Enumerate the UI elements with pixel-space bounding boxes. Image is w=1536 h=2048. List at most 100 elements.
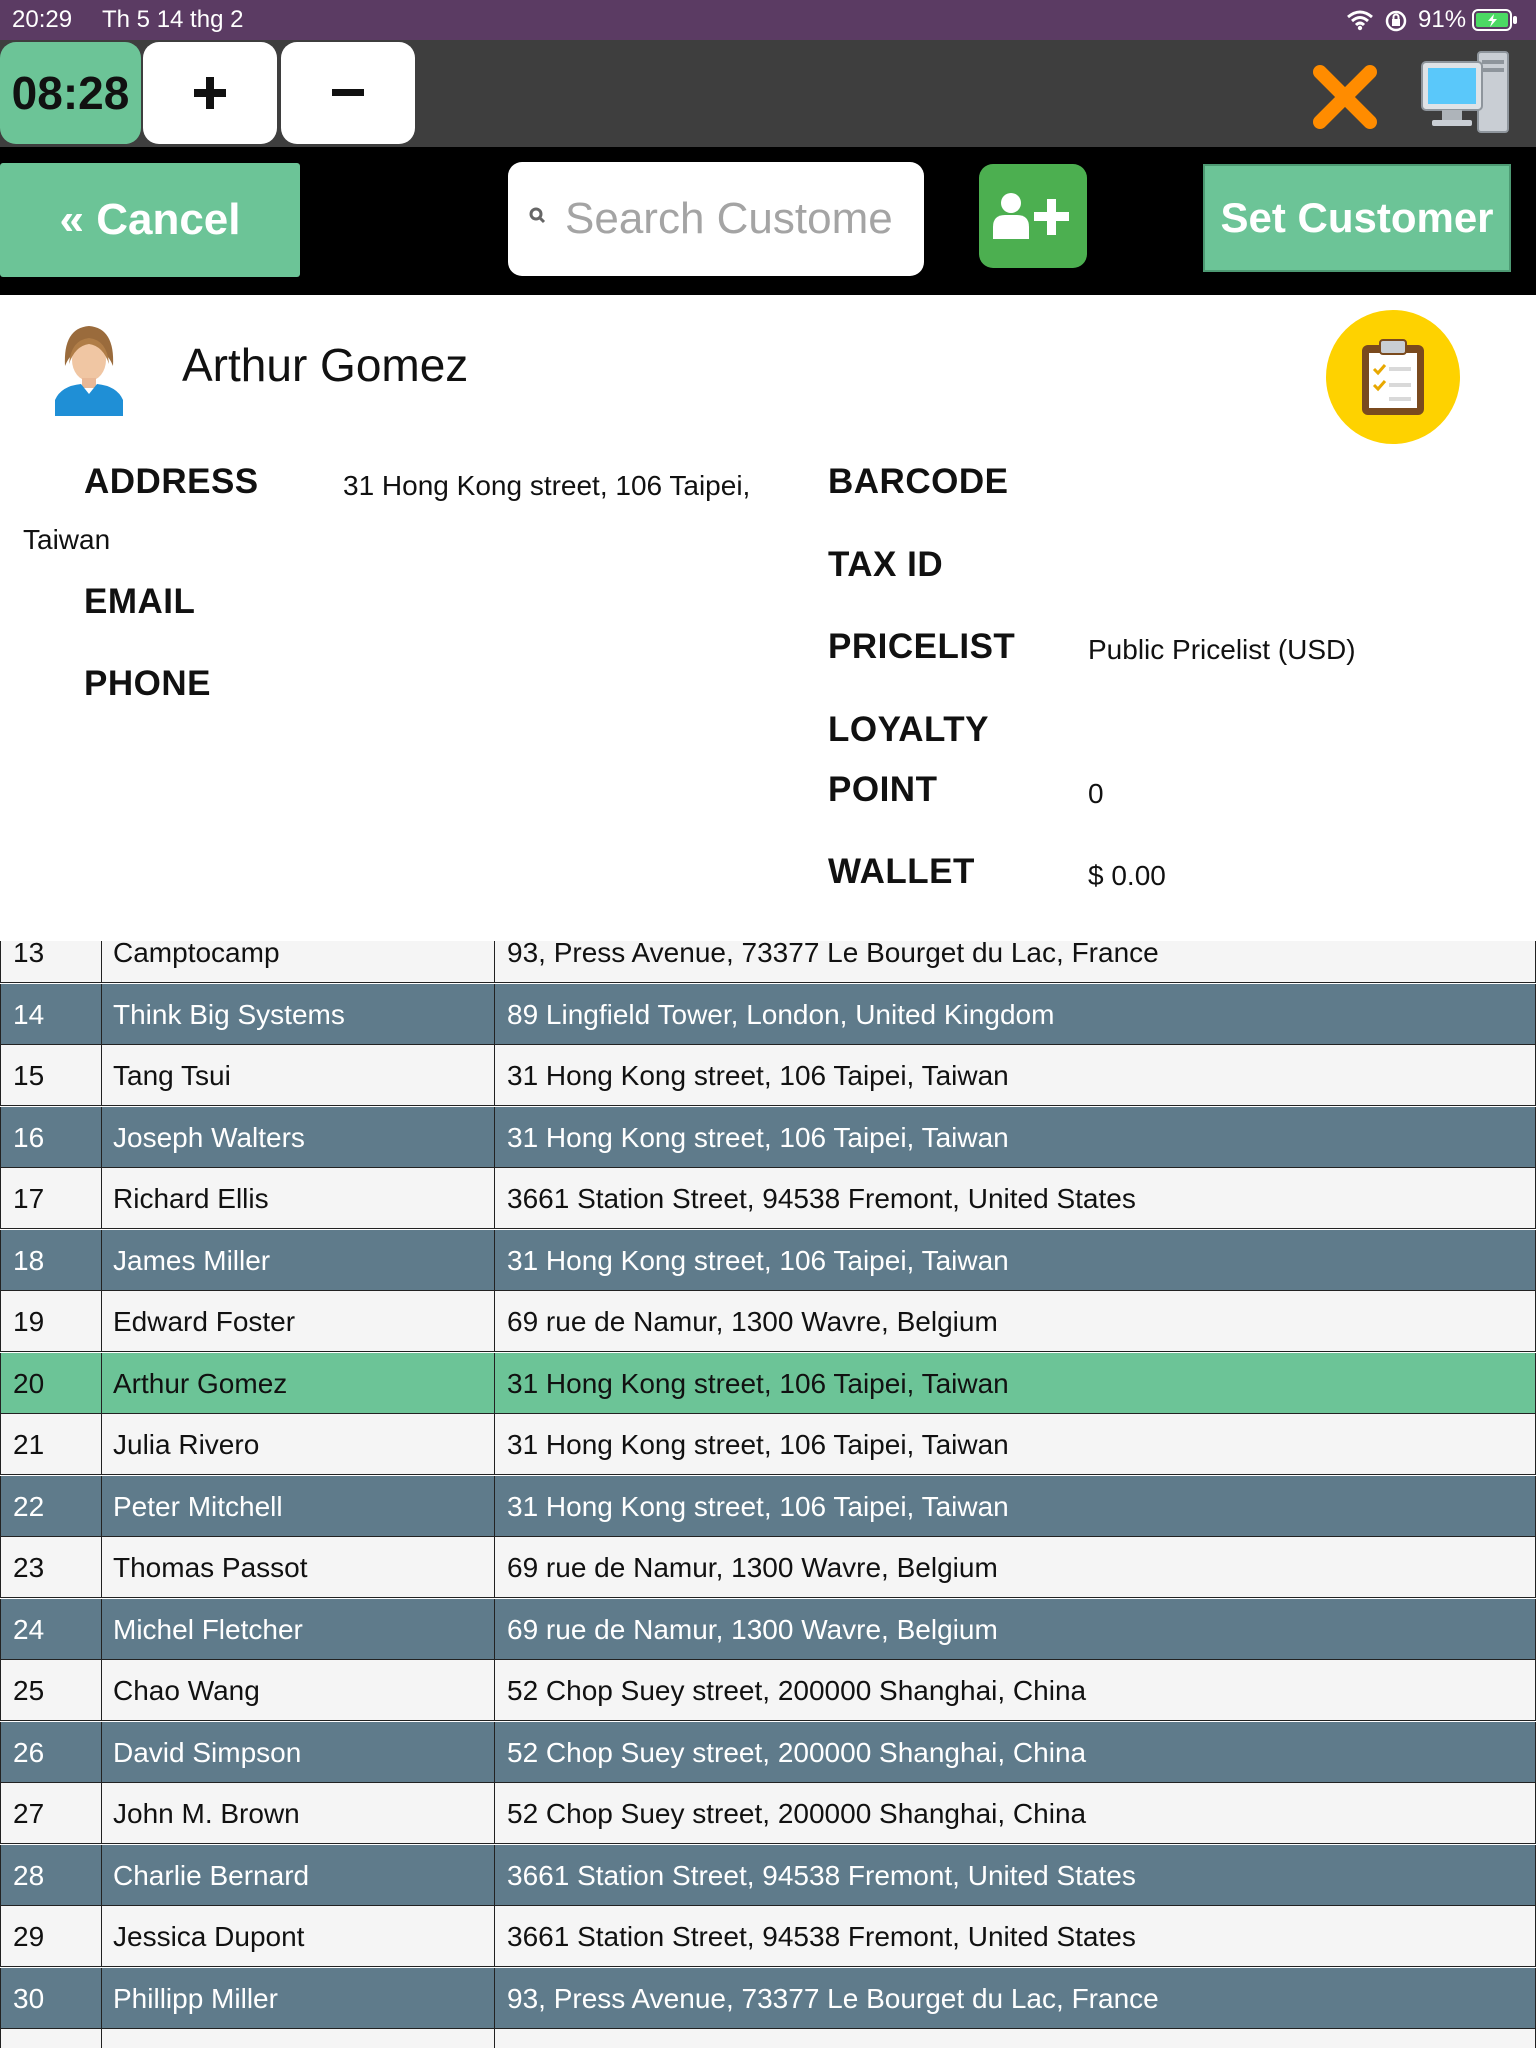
row-id: 25 bbox=[13, 1675, 45, 1706]
table-row[interactable]: 17 Richard Ellis 3661 Station Street, 9453… bbox=[0, 1168, 1536, 1229]
table-row[interactable]: 29 Jessica Dupont 3661 Station Street, 945… bbox=[0, 1906, 1536, 1967]
taxid-label: TAX ID bbox=[828, 545, 944, 584]
add-customer-button[interactable] bbox=[979, 164, 1087, 268]
column-divider bbox=[494, 984, 495, 1045]
barcode-label: BARCODE bbox=[828, 462, 1009, 501]
wallet-label: WALLET bbox=[828, 852, 975, 891]
row-id: 16 bbox=[13, 1122, 45, 1153]
table-row[interactable]: 21 Julia Rivero 31 Hong Kong street, 106 T… bbox=[0, 1414, 1536, 1475]
phone-label: PHONE bbox=[84, 664, 211, 703]
zoom-in-button[interactable] bbox=[143, 42, 277, 144]
row-customer-name: Charlie Bernard bbox=[113, 1860, 310, 1891]
row-id: 22 bbox=[13, 1491, 45, 1522]
column-divider bbox=[494, 1599, 495, 1660]
row-address: 3661 Station Street, 94538 Fremont, Unit… bbox=[507, 1183, 1136, 1214]
battery-percent: 91% bbox=[1418, 6, 1467, 33]
customer-name: Arthur Gomez bbox=[182, 339, 469, 391]
column-divider bbox=[494, 1845, 495, 1906]
row-address: 52 Chop Suey street, 200000 Shanghai, Ch… bbox=[507, 1798, 1087, 1829]
customer-list: 13 Camptocamp 93, Press Avenue, 73377 Le B… bbox=[0, 938, 1536, 2048]
table-row[interactable]: 18 James Miller 31 Hong Kong street, 106 T… bbox=[0, 1230, 1536, 1291]
column-divider bbox=[101, 1783, 102, 1844]
address-label: ADDRESS bbox=[84, 462, 259, 501]
column-divider bbox=[494, 1906, 495, 1967]
row-id: 23 bbox=[13, 1552, 45, 1583]
row-customer-name: Think Big Systems bbox=[113, 999, 345, 1030]
table-row[interactable]: 20 Arthur Gomez 31 Hong Kong street, 106 T… bbox=[0, 1353, 1536, 1414]
table-row[interactable]: 25 Chao Wang 52 Chop Suey street, 200000 S… bbox=[0, 1660, 1536, 1721]
table-row[interactable]: 15 Tang Tsui 31 Hong Kong street, 106 Taip… bbox=[0, 1045, 1536, 1106]
cancel-button[interactable]: « Cancel bbox=[0, 163, 300, 277]
search-icon bbox=[529, 207, 546, 224]
table-row[interactable]: 28 Charlie Bernard 3661 Station Street, 94… bbox=[0, 1845, 1536, 1906]
row-id: 13 bbox=[13, 938, 45, 968]
table-row[interactable]: 16 Joseph Walters 31 Hong Kong street, 106… bbox=[0, 1107, 1536, 1168]
row-address: 93, Press Avenue, 73377 Le Bourget du La… bbox=[507, 2029, 1527, 2048]
column-divider bbox=[101, 984, 102, 1045]
column-divider bbox=[494, 1968, 495, 2029]
row-address: 93, Press Avenue, 73377 Le Bourget du La… bbox=[507, 1983, 1159, 2014]
session-clock[interactable]: 08:28 bbox=[0, 42, 141, 144]
row-id: 29 bbox=[13, 1921, 45, 1952]
table-row[interactable]: 24 Michel Fletcher 69 rue de Namur, 1300 W… bbox=[0, 1599, 1536, 1660]
row-id: 19 bbox=[13, 1306, 45, 1337]
row-address: 3661 Station Street, 94538 Fremont, Unit… bbox=[507, 1921, 1136, 1952]
table-row[interactable]: 27 John M. Brown 52 Chop Suey street, 2000… bbox=[0, 1783, 1536, 1844]
column-divider bbox=[101, 1660, 102, 1721]
address-value-line1: 31 Hong Kong street, 106 Taipei, bbox=[343, 470, 751, 501]
search-box[interactable] bbox=[508, 162, 924, 276]
column-divider bbox=[101, 1291, 102, 1352]
row-id: 30 bbox=[13, 1983, 45, 2014]
table-row[interactable]: 23 Thomas Passot 69 rue de Namur, 1300 Wav… bbox=[0, 1537, 1536, 1598]
clipboard-icon bbox=[1362, 339, 1424, 415]
row-customer-name: Thomas Passot bbox=[113, 1552, 308, 1583]
close-icon[interactable] bbox=[1310, 64, 1380, 130]
row-address: 31 Hong Kong street, 106 Taipei, Taiwan bbox=[507, 1429, 1009, 1460]
column-divider bbox=[101, 2029, 102, 2048]
column-divider bbox=[494, 1660, 495, 1721]
row-address: 31 Hong Kong street, 106 Taipei, Taiwan bbox=[507, 1245, 1009, 1276]
column-divider bbox=[101, 1230, 102, 1291]
row-id: 21 bbox=[13, 1429, 45, 1460]
table-row[interactable]: 26 David Simpson 52 Chop Suey street, 2000… bbox=[0, 1722, 1536, 1783]
row-customer-name: Arthur Gomez bbox=[113, 1368, 288, 1399]
table-row[interactable]: 13 Camptocamp 93, Press Avenue, 73377 Le B… bbox=[0, 938, 1536, 983]
row-customer-name: Chao Wang bbox=[113, 1675, 260, 1706]
search-input[interactable] bbox=[563, 182, 917, 256]
row-id: 15 bbox=[13, 1060, 45, 1091]
column-divider bbox=[101, 1722, 102, 1783]
row-customer-name: Richard Ellis bbox=[113, 1183, 269, 1214]
set-customer-button[interactable]: Set Customer bbox=[1203, 164, 1511, 272]
row-customer-name: Ayaan Agarwal bbox=[113, 2029, 483, 2048]
row-customer-name: Jessica Dupont bbox=[113, 1921, 305, 1952]
row-address: 3661 Station Street, 94538 Fremont, Unit… bbox=[507, 1860, 1136, 1891]
column-divider bbox=[101, 1599, 102, 1660]
row-id: 27 bbox=[13, 1798, 45, 1829]
zoom-out-button[interactable] bbox=[281, 42, 415, 144]
table-row[interactable]: 14 Think Big Systems 89 Lingfield Tower, L… bbox=[0, 984, 1536, 1045]
column-divider bbox=[494, 1783, 495, 1844]
status-date: Th 5 14 thg 2 bbox=[102, 6, 244, 33]
row-address: 31 Hong Kong street, 106 Taipei, Taiwan bbox=[507, 1368, 1009, 1399]
row-id: 31 bbox=[13, 2029, 93, 2048]
column-divider bbox=[101, 1168, 102, 1229]
table-row[interactable]: 30 Phillipp Miller 93, Press Avenue, 73377… bbox=[0, 1968, 1536, 2029]
column-divider bbox=[101, 1906, 102, 1967]
table-row[interactable]: 31 Ayaan Agarwal 93, Press Avenue, 73377 L… bbox=[0, 2029, 1536, 2048]
row-customer-name: John M. Brown bbox=[113, 1798, 300, 1829]
table-row[interactable]: 22 Peter Mitchell 31 Hong Kong street, 106… bbox=[0, 1476, 1536, 1537]
battery-icon bbox=[1472, 9, 1517, 31]
column-divider bbox=[101, 1045, 102, 1106]
row-customer-name: David Simpson bbox=[113, 1737, 302, 1768]
table-row[interactable]: 19 Edward Foster 69 rue de Namur, 1300 Wav… bbox=[0, 1291, 1536, 1352]
plus-icon bbox=[194, 77, 226, 109]
column-divider bbox=[494, 1414, 495, 1475]
computer-icon[interactable] bbox=[1420, 50, 1510, 134]
row-customer-name: Phillipp Miller bbox=[113, 1983, 278, 2014]
column-divider bbox=[494, 938, 495, 983]
customer-notes-button[interactable] bbox=[1326, 310, 1460, 444]
row-address: 52 Chop Suey street, 200000 Shanghai, Ch… bbox=[507, 1675, 1087, 1706]
row-id: 17 bbox=[13, 1183, 45, 1214]
column-divider bbox=[101, 1476, 102, 1537]
row-id: 20 bbox=[13, 1368, 45, 1399]
